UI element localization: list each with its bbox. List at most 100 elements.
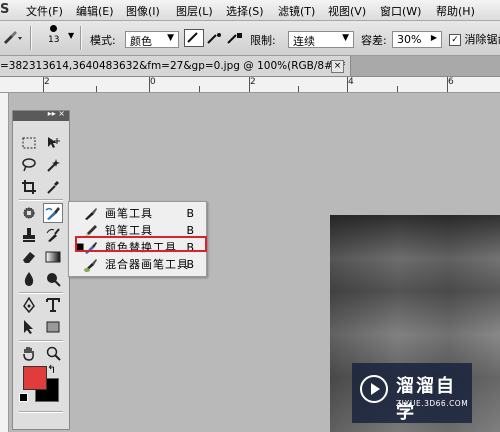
clone-stamp-tool[interactable] — [19, 225, 39, 245]
menu-edit[interactable]: 编辑(E) — [76, 3, 114, 19]
ruler-label: 2 — [250, 77, 256, 87]
close-icon[interactable]: × — [331, 60, 344, 73]
menu-view[interactable]: 视图(V) — [328, 3, 366, 19]
sampling-once-button[interactable] — [206, 31, 224, 48]
menu-select[interactable]: 选择(S) — [226, 3, 264, 19]
zoom-tool[interactable] — [43, 343, 63, 363]
ruler-label: 4 — [348, 77, 354, 87]
move-icon — [48, 137, 60, 148]
ruler-label: 0 — [150, 77, 156, 87]
menu-window[interactable]: 窗口(W) — [380, 3, 421, 19]
document-title: =382313614,3640483632&fm=27&gp=0.jpg @ 1… — [0, 60, 346, 72]
foreground-color-swatch[interactable] — [23, 366, 47, 390]
menu-filter[interactable]: 滤镜(T) — [278, 3, 315, 19]
document-tab-strip: =382313614,3640483632&fm=27&gp=0.jpg @ 1… — [0, 56, 500, 77]
limit-select[interactable]: 连续 ▼ — [288, 31, 354, 48]
divider — [19, 292, 63, 294]
limit-value: 连续 — [293, 35, 315, 48]
hand-tool[interactable] — [19, 343, 39, 363]
pen-tool[interactable] — [19, 295, 39, 315]
eraser-icon — [23, 252, 35, 263]
watermark: 溜溜自学 ZIXUE.3D66.COM — [352, 363, 472, 423]
swap-colors-icon[interactable]: ↰ — [47, 363, 56, 376]
antialias-checkbox[interactable]: ✓ 消除锯齿 — [449, 31, 500, 47]
horizontal-ruler: 2 0 2 4 6 — [0, 77, 500, 93]
collapse-icon[interactable]: ▸▸ × — [48, 109, 65, 118]
pen-icon — [23, 297, 35, 313]
tolerance-label: 容差: — [361, 34, 387, 47]
sampling-once-icon — [207, 33, 221, 44]
crop-icon — [22, 180, 36, 194]
brush-tip-icon — [50, 25, 57, 32]
photoshop-logo: S — [0, 2, 10, 17]
flyout-item-label: 混合器画笔工具 — [105, 258, 189, 271]
magic-wand-tool[interactable] — [43, 155, 63, 175]
sampling-background-icon — [227, 33, 242, 44]
menu-layer[interactable]: 图层(L) — [176, 3, 213, 19]
menu-help[interactable]: 帮助(H) — [436, 3, 475, 19]
options-bar: 13 ▼ 模式: 颜色 ▼ 限制: 连续 ▼ 容差: 30% ▶ ✓ 消除锯齿 — [0, 21, 500, 56]
play-logo-icon — [360, 375, 388, 403]
lasso-tool[interactable] — [19, 155, 39, 175]
divider — [19, 411, 63, 413]
magic-wand-icon — [47, 159, 60, 172]
dodge-icon — [47, 273, 61, 287]
flyout-item-mixer-brush-tool[interactable]: 混合器画笔工具 B — [69, 256, 206, 273]
vertical-ruler — [0, 93, 9, 432]
color-replacement-brush-icon — [45, 207, 60, 220]
mode-select[interactable]: 颜色 ▼ — [125, 31, 179, 48]
spot-healing-tool[interactable] — [19, 203, 39, 223]
type-icon — [46, 298, 60, 312]
healing-brush-icon — [23, 207, 35, 219]
antialias-label: 消除锯齿 — [464, 33, 500, 46]
history-brush-tool[interactable] — [43, 225, 63, 245]
watermark-title: 溜溜自学 — [396, 376, 456, 423]
history-brush-icon — [46, 228, 60, 242]
default-colors-icon[interactable] — [19, 393, 28, 402]
chevron-down-icon: ▼ — [342, 33, 349, 43]
menu-image[interactable]: 图像(I) — [126, 3, 160, 19]
stamp-icon — [23, 228, 35, 242]
menu-file[interactable]: 文件(F) — [26, 3, 63, 19]
ruler-label: 6 — [448, 77, 454, 87]
menu-bar: S 文件(F) 编辑(E) 图像(I) 图层(L) 选择(S) 滤镜(T) 视图… — [0, 0, 500, 21]
tolerance-input[interactable]: 30% ▶ — [392, 31, 442, 48]
blur-tool[interactable] — [19, 269, 39, 289]
chevron-right-icon: ▶ — [430, 33, 437, 42]
path-selection-tool[interactable] — [19, 317, 39, 337]
brush-preset-picker[interactable]: 13 ▼ — [48, 25, 74, 45]
eraser-tool[interactable] — [19, 247, 39, 267]
eyedropper-icon — [47, 181, 59, 194]
marquee-tool[interactable] — [19, 133, 39, 153]
marquee-icon — [22, 137, 36, 149]
arrow-pointer-icon — [24, 320, 33, 334]
limit-label: 限制: — [250, 34, 276, 47]
type-tool[interactable] — [43, 295, 63, 315]
divider — [19, 199, 63, 201]
toolbox-header[interactable]: ▸▸ × — [13, 109, 69, 121]
chevron-down-icon: ▼ — [167, 33, 174, 43]
shortcut-key: B — [186, 258, 194, 271]
color-replacement-tool[interactable] — [43, 203, 63, 223]
tool-preset-picker[interactable] — [2, 29, 24, 48]
rectangle-tool[interactable] — [43, 317, 63, 337]
crop-tool[interactable] — [19, 177, 39, 197]
sampling-background-button[interactable] — [226, 31, 244, 48]
gradient-tool[interactable] — [43, 247, 63, 267]
annotation-highlight-box — [75, 236, 207, 252]
flyout-item-brush-tool[interactable]: 画笔工具 B — [69, 205, 206, 222]
lasso-icon — [22, 158, 36, 172]
gradient-icon — [45, 251, 61, 263]
color-replacement-brush-icon — [4, 31, 22, 44]
move-tool[interactable] — [43, 133, 63, 153]
rectangle-icon — [46, 321, 60, 333]
sampling-continuous-icon — [184, 29, 204, 47]
document-tab[interactable]: =382313614,3640483632&fm=27&gp=0.jpg @ 1… — [0, 56, 351, 76]
blur-drop-icon — [24, 272, 34, 286]
dodge-tool[interactable] — [43, 269, 63, 289]
toolbox-panel: ▸▸ × ↰ — [12, 109, 70, 430]
sampling-continuous-button[interactable] — [184, 29, 204, 50]
eyedropper-tool[interactable] — [43, 177, 63, 197]
flyout-item-label: 画笔工具 — [105, 207, 153, 220]
check-icon: ✓ — [449, 34, 461, 46]
